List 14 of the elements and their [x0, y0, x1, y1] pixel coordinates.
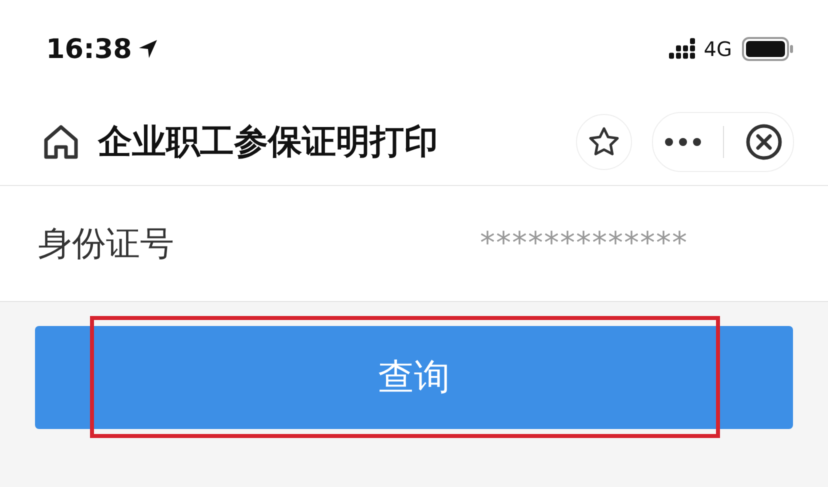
- field-label: 身份证号: [38, 222, 174, 266]
- home-icon[interactable]: [42, 122, 80, 160]
- query-button[interactable]: 查询: [35, 326, 793, 429]
- close-icon: [744, 122, 782, 160]
- clock: 16:38: [46, 34, 132, 64]
- battery-icon: [742, 37, 794, 61]
- more-icon: [664, 136, 702, 146]
- close-button[interactable]: [744, 122, 782, 160]
- field-value: *************: [480, 226, 688, 261]
- page-title: 企业职工参保证明打印: [98, 120, 438, 164]
- network-type: 4G: [704, 37, 732, 61]
- location-arrow-icon: [138, 39, 158, 59]
- star-icon: [587, 124, 621, 158]
- more-button[interactable]: [664, 136, 702, 146]
